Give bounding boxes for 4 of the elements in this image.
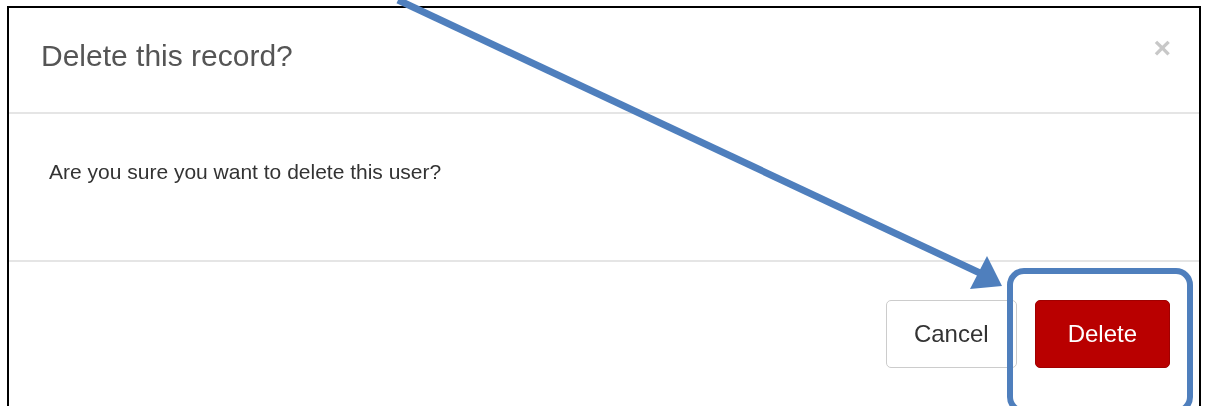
confirm-message: Are you sure you want to delete this user? <box>49 160 442 183</box>
cancel-button[interactable]: Cancel <box>885 300 1017 368</box>
dialog-title: Delete this record? <box>41 39 293 73</box>
delete-button[interactable]: Delete <box>1034 300 1170 368</box>
